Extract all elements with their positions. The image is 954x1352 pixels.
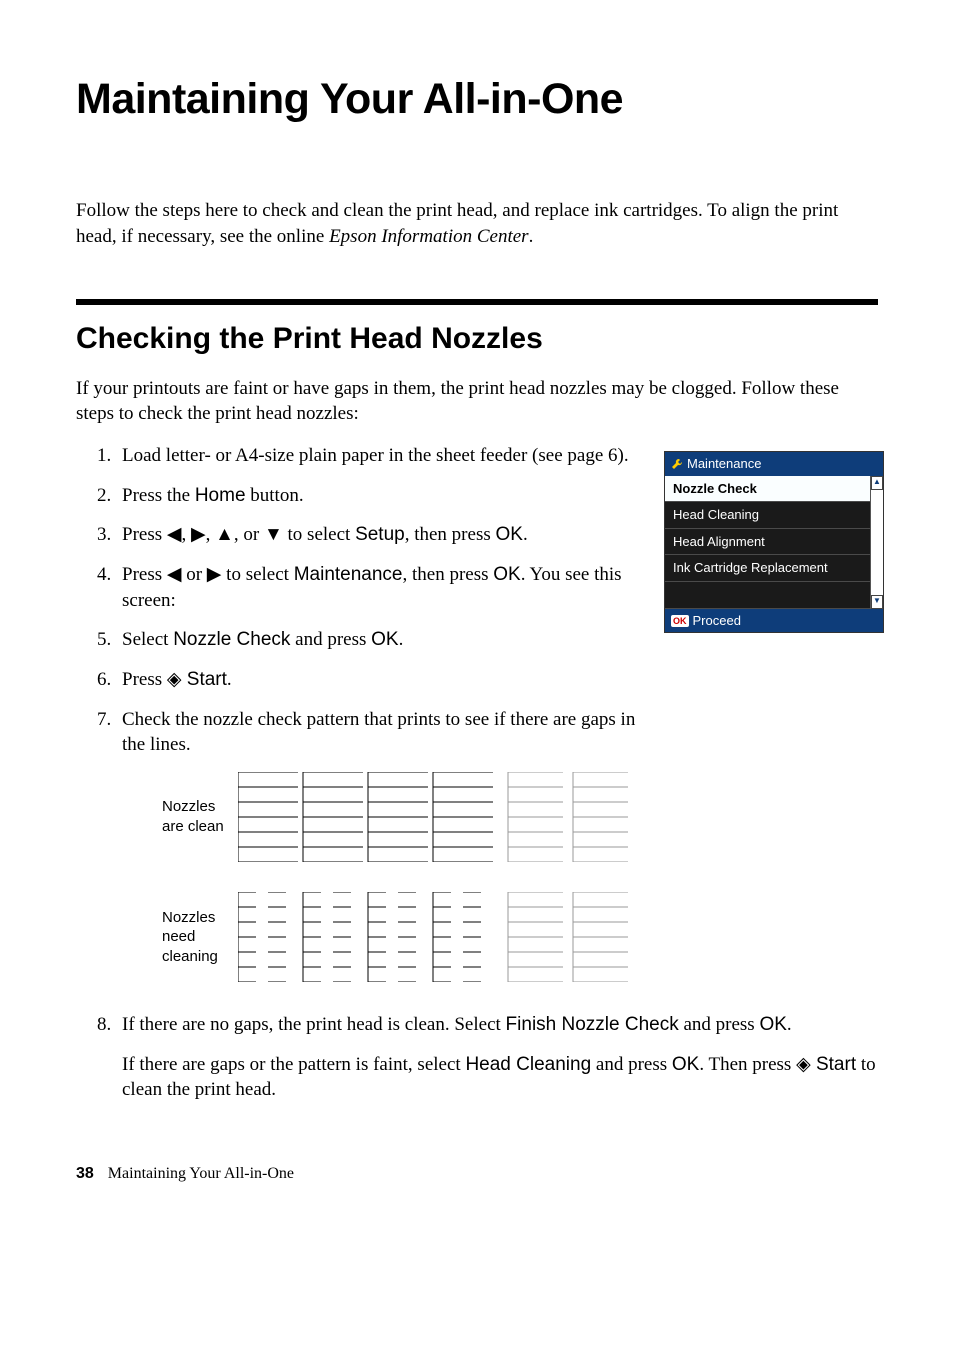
step-8-para2: If there are gaps or the pattern is fain… xyxy=(122,1052,878,1103)
step-5-a: Select xyxy=(122,629,173,650)
ok-label-5: OK xyxy=(672,1054,699,1075)
home-button-label: Home xyxy=(195,485,246,506)
step-4-a: Press ◀ or ▶ to select xyxy=(122,564,294,585)
step-8-a: If there are no gaps, the print head is … xyxy=(122,1014,506,1035)
page-title: Maintaining Your All-in-One xyxy=(76,70,878,128)
screen-footer: OK Proceed xyxy=(665,609,883,633)
nozzle-clean-pattern xyxy=(238,772,638,862)
nozzle-dirty-label: Nozzles need cleaning xyxy=(162,908,238,967)
page-footer: 38 Maintaining Your All-in-One xyxy=(76,1163,878,1185)
screen-footer-text: Proceed xyxy=(693,613,741,628)
ok-label-2: OK xyxy=(493,564,520,585)
step-8-p2-c: . Then press xyxy=(699,1054,796,1075)
maintenance-screen: Maintenance Nozzle Check Head Cleaning H… xyxy=(664,451,884,633)
diamond-icon-1: ◈ xyxy=(167,669,182,690)
step-7-text: Check the nozzle check pattern that prin… xyxy=(122,709,635,756)
step-4-b: , then press xyxy=(403,564,494,585)
page-number: 38 xyxy=(76,1165,94,1182)
step-8-p2-b: and press xyxy=(591,1054,672,1075)
screen-item-nozzle-check: Nozzle Check xyxy=(665,476,870,503)
intro-italic: Epson Information Center xyxy=(329,226,529,247)
step-8-c: . xyxy=(787,1014,792,1035)
step-2-b: button. xyxy=(246,485,304,506)
step-3-b: , then press xyxy=(405,524,496,545)
step-6-a: Press xyxy=(122,669,167,690)
nozzle-dirty-pattern xyxy=(238,892,638,982)
screen-header: Maintenance xyxy=(665,452,883,476)
step-8-p2-a: If there are gaps or the pattern is fain… xyxy=(122,1054,465,1075)
nozzle-clean-label: Nozzles are clean xyxy=(162,797,238,836)
step-5-c: . xyxy=(399,629,404,650)
nozzle-dirty-row: Nozzles need cleaning xyxy=(162,892,638,982)
screen-header-text: Maintenance xyxy=(687,456,761,471)
ok-label-3: OK xyxy=(371,629,398,650)
step-3-a: Press ◀, ▶, ▲, or ▼ to select xyxy=(122,524,355,545)
start-label-1: Start xyxy=(182,669,227,690)
footer-chapter: Maintaining Your All-in-One xyxy=(108,1165,294,1182)
ok-label-4: OK xyxy=(759,1014,786,1035)
step-1-text: Load letter- or A4-size plain paper in t… xyxy=(122,445,629,466)
nozzle-pattern-block: Nozzles are clean xyxy=(162,772,638,982)
step-8: If there are no gaps, the print head is … xyxy=(116,1012,878,1103)
step-3-c: . xyxy=(523,524,528,545)
screen-footer-ok-badge: OK xyxy=(671,615,689,627)
nozzle-check-label: Nozzle Check xyxy=(173,629,290,650)
intro-paragraph: Follow the steps here to check and clean… xyxy=(76,198,878,249)
section-intro: If your printouts are faint or have gaps… xyxy=(76,376,878,427)
scroll-up-icon: ▲ xyxy=(871,476,883,490)
screen-items: Nozzle Check Head Cleaning Head Alignmen… xyxy=(665,476,870,609)
head-cleaning-label: Head Cleaning xyxy=(465,1054,591,1075)
screen-item-head-cleaning: Head Cleaning xyxy=(665,502,870,529)
screen-item-head-alignment: Head Alignment xyxy=(665,529,870,556)
wrench-icon xyxy=(671,458,683,470)
step-7: Check the nozzle check pattern that prin… xyxy=(116,707,878,982)
diamond-icon-2: ◈ xyxy=(796,1054,811,1075)
step-6: Press ◈ Start. xyxy=(116,667,878,693)
scroll-down-icon: ▼ xyxy=(871,595,883,609)
step-5-b: and press xyxy=(290,629,371,650)
ok-label-1: OK xyxy=(495,524,522,545)
setup-label: Setup xyxy=(355,524,405,545)
screen-item-ink-replacement: Ink Cartridge Replacement xyxy=(665,555,870,582)
finish-nozzle-check-label: Finish Nozzle Check xyxy=(506,1014,679,1035)
start-label-2: Start xyxy=(811,1054,856,1075)
maintenance-label: Maintenance xyxy=(294,564,403,585)
intro-text-2: . xyxy=(529,226,534,247)
step-6-b: . xyxy=(227,669,232,690)
step-2-a: Press the xyxy=(122,485,195,506)
screen-item-blank xyxy=(665,582,870,609)
nozzle-clean-row: Nozzles are clean xyxy=(162,772,638,862)
step-8-b: and press xyxy=(679,1014,760,1035)
screen-scrollbar: ▲ ▼ xyxy=(870,476,883,609)
section-heading: Checking the Print Head Nozzles xyxy=(76,299,878,360)
